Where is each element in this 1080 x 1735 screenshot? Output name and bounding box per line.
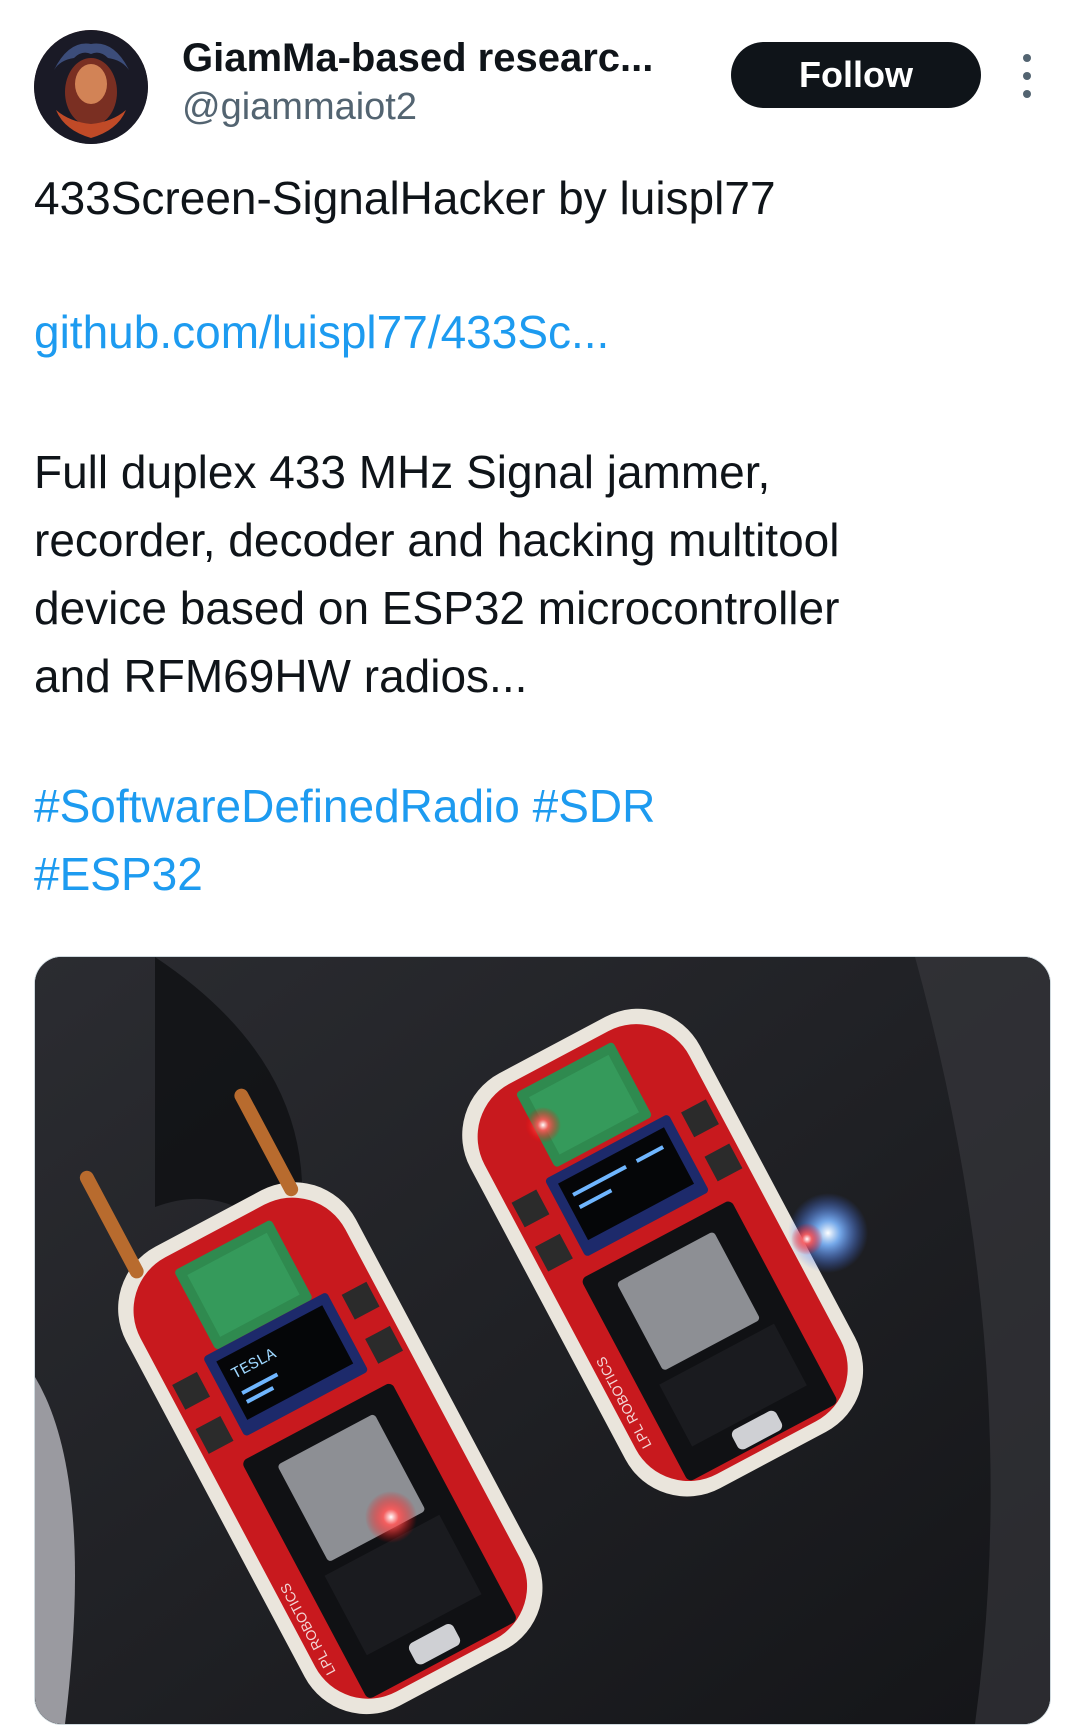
more-dot xyxy=(1023,72,1031,80)
more-dot xyxy=(1023,54,1031,62)
right-top-led xyxy=(525,1107,561,1143)
tweet-body-line: Full duplex 433 MHz Signal jammer, xyxy=(34,446,771,498)
more-dot xyxy=(1023,90,1031,98)
hashtag-line[interactable]: #ESP32 xyxy=(34,840,203,908)
hashtag-line[interactable]: #SoftwareDefinedRadio #SDR xyxy=(34,772,655,840)
tweet-title-line: 433Screen-SignalHacker by luispl77 xyxy=(34,172,776,224)
avatar-image xyxy=(34,30,148,144)
author-avatar[interactable] xyxy=(34,30,148,144)
author-handle[interactable]: @giammaiot2 xyxy=(182,86,417,129)
right-status-led-red xyxy=(791,1223,823,1255)
follow-button[interactable]: Follow xyxy=(731,42,981,108)
left-status-led xyxy=(365,1491,417,1543)
tweet-link[interactable]: github.com/luispl77/433Sc... xyxy=(34,298,609,366)
tweet-body-line: and RFM69HW radios... xyxy=(34,650,528,702)
tweet-media-photo[interactable]: TESLA LPL ROBOTICS LPL ROBOTICS xyxy=(34,956,1051,1725)
more-vertical-icon[interactable] xyxy=(1012,54,1042,98)
tweet-body-line: recorder, decoder and hacking multitool xyxy=(34,514,840,566)
author-display-name[interactable]: GiamMa-based researc... xyxy=(182,36,653,81)
tweet-header: GiamMa-based researc... @giammaiot2 Foll… xyxy=(0,0,1080,170)
tweet-body-line: device based on ESP32 microcontroller xyxy=(34,582,840,634)
device-photo: TESLA LPL ROBOTICS LPL ROBOTICS xyxy=(35,957,1050,1724)
